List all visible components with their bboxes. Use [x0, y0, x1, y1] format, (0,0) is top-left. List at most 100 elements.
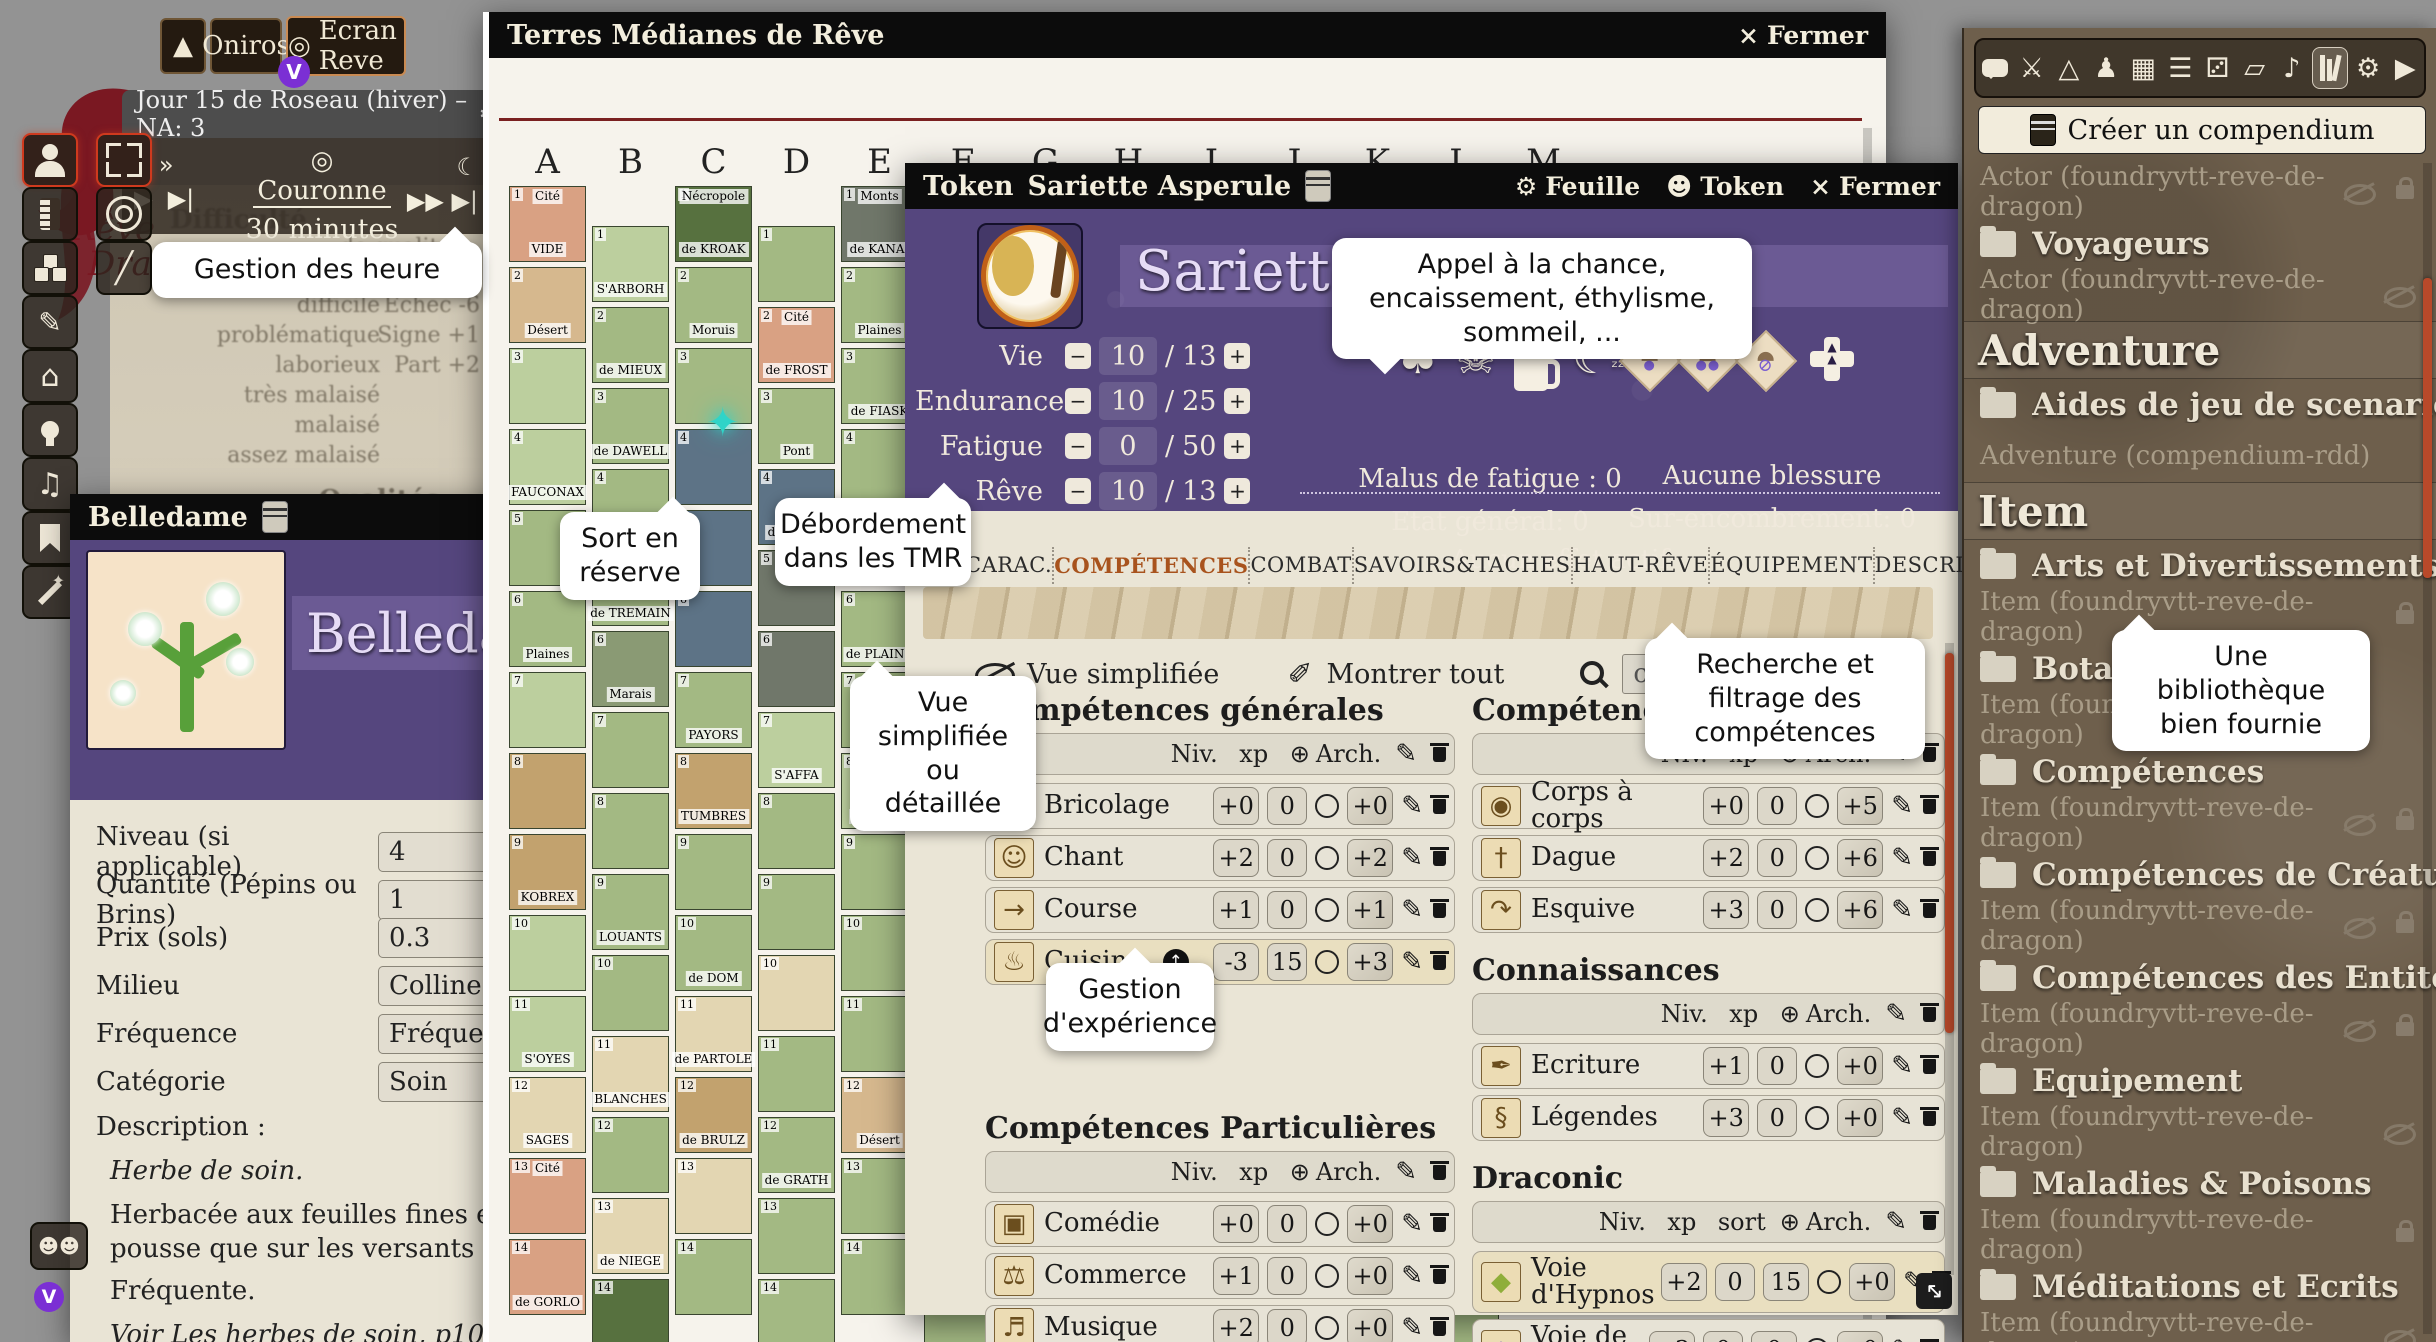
competence-name[interactable]: Voie d'Hypnos — [1531, 1255, 1651, 1310]
tool-select-button[interactable] — [96, 133, 152, 187]
compendium-meta[interactable]: Actor (foundryvtt-reve-de-dragon) — [1964, 168, 2436, 216]
compendium-meta[interactable]: Item (foundryvtt-reve-de-dragon) — [1964, 799, 2436, 847]
compendium-meta[interactable]: Item (foundryvtt-reve-de-dragon) — [1964, 1211, 2436, 1259]
edit-competence-icon[interactable]: ✎ — [1891, 895, 1913, 925]
archetype-radio[interactable] — [1315, 950, 1339, 974]
sidebar-tab-compendium[interactable] — [2312, 47, 2348, 89]
archetype-radio[interactable] — [1805, 1106, 1829, 1130]
archetype-radio[interactable] — [1817, 1270, 1841, 1294]
competence-row[interactable]: §Légendes+30+0✎ — [1472, 1095, 1945, 1141]
competence-row[interactable]: ◆Voie de Narcos+300+0✎ — [1472, 1319, 1945, 1342]
xp-value[interactable]: 0 — [1267, 839, 1307, 877]
sheet-titlebar[interactable]: Token Sariette Asperule ⚙ Feuille ☻ Toke… — [905, 163, 1958, 209]
tab-haut-r-ve[interactable]: HAUT-RÊVE — [1573, 547, 1711, 584]
lock-icon[interactable] — [2396, 185, 2414, 199]
delete-competence-icon[interactable] — [1433, 1217, 1446, 1232]
stat-value[interactable]: 0 — [1099, 427, 1157, 465]
filter-icon[interactable]: ✐ — [1287, 657, 1312, 692]
tab-savoirs-taches[interactable]: SAVOIRS&TACHES — [1354, 547, 1573, 584]
competence-name[interactable]: Voie de Narcos — [1531, 1323, 1639, 1342]
belledame-image[interactable] — [86, 550, 286, 750]
delete-competence-icon[interactable] — [1923, 1059, 1936, 1074]
edit-competence-icon[interactable]: ✎ — [1401, 843, 1423, 873]
tool-tiles-button[interactable] — [22, 241, 78, 295]
oniros-macro-button[interactable]: Oniros — [210, 18, 282, 74]
xp-value[interactable]: 0 — [1703, 1331, 1743, 1342]
xp-value[interactable]: 0 — [1757, 787, 1797, 825]
character-portrait[interactable] — [977, 223, 1083, 329]
sidebar-tab-actors[interactable]: ♟ — [2089, 48, 2123, 88]
eye-slash-icon[interactable] — [2384, 1122, 2414, 1142]
niveau-value[interactable]: +0 — [1213, 787, 1259, 825]
compendium-folder[interactable]: Arts et Divertissements — [1964, 540, 2436, 592]
delete-all-icon[interactable] — [1923, 1215, 1936, 1230]
niveau-value[interactable]: +2 — [1703, 839, 1749, 877]
compendium-folder[interactable]: Equipement — [1964, 1055, 2436, 1107]
archetype-radio[interactable] — [1315, 846, 1339, 870]
eye-slash-icon[interactable] — [2384, 285, 2414, 305]
stat-minus-button[interactable]: − — [1065, 343, 1091, 369]
delete-all-icon[interactable] — [1433, 747, 1446, 762]
sidebar-scrollbar-thumb[interactable] — [2423, 278, 2432, 578]
stat-minus-button[interactable]: − — [1065, 388, 1091, 414]
competence-row[interactable]: →Course+10+1✎ — [985, 887, 1455, 933]
xp-value[interactable]: 0 — [1267, 787, 1307, 825]
lock-icon[interactable] — [2396, 1022, 2414, 1036]
edit-competence-icon[interactable]: ✎ — [1401, 1261, 1423, 1291]
competence-name[interactable]: Course — [1044, 896, 1137, 923]
tool-measure-button[interactable]: ╱ — [96, 241, 152, 295]
lock-icon[interactable] — [2396, 919, 2414, 933]
calendar-date-bar[interactable]: Jour 15 de Roseau (hiver) – NA: 3 ⚙ — [122, 90, 514, 138]
xp-value[interactable]: 0 — [1267, 891, 1307, 929]
tab-comp-tences[interactable]: COMPÉTENCES — [1054, 547, 1250, 584]
sidebar-tab-collapse[interactable]: ▶ — [2388, 48, 2422, 88]
xp-value[interactable]: 0 — [1757, 891, 1797, 929]
compendium-folder[interactable]: Compétences de Créatures — [1964, 849, 2436, 901]
niveau-value[interactable]: +1 — [1213, 891, 1259, 929]
xp-value[interactable]: 0 — [1757, 839, 1797, 877]
add-competence-icon[interactable]: ⊕ — [1290, 740, 1310, 768]
niveau-value[interactable]: -3 — [1213, 943, 1259, 981]
archetype-radio[interactable] — [1315, 1212, 1339, 1236]
sidebar-tab-items[interactable]: ▦ — [2126, 48, 2160, 88]
sidebar-tab-scenes[interactable]: △ — [2052, 48, 2086, 88]
lock-icon[interactable] — [2396, 1228, 2414, 1242]
edit-competence-icon[interactable]: ✎ — [1401, 947, 1423, 977]
stat-plus-button[interactable]: + — [1224, 388, 1250, 414]
competence-name[interactable]: Ecriture — [1531, 1052, 1640, 1079]
create-compendium-button[interactable]: Créer un compendium — [1978, 106, 2426, 154]
sidebar-tab-settings[interactable]: ⚙ — [2351, 48, 2385, 88]
map-close-button[interactable]: × Fermer — [1738, 21, 1868, 50]
xp-value[interactable]: 15 — [1267, 943, 1307, 981]
belledame-titlebar[interactable]: Belledame — [70, 494, 550, 540]
sheet-token-button[interactable]: ☻ Token — [1666, 172, 1784, 201]
edit-all-icon[interactable]: ✎ — [1885, 1207, 1907, 1237]
surencombrement-icon[interactable]: ▲▲ — [1810, 337, 1854, 381]
archetype-radio[interactable] — [1315, 794, 1339, 818]
edit-competence-icon[interactable]: ✎ — [1891, 791, 1913, 821]
edit-competence-icon[interactable]: ✎ — [1891, 1051, 1913, 1081]
delete-competence-icon[interactable] — [1433, 1321, 1446, 1336]
edit-all-icon[interactable]: ✎ — [1885, 999, 1907, 1029]
delete-competence-icon[interactable] — [1923, 903, 1936, 918]
sidebar-tab-combat[interactable]: ⚔ — [2015, 48, 2049, 88]
edit-competence-icon[interactable]: ✎ — [1401, 1313, 1423, 1342]
show-all-label[interactable]: Montrer tout — [1326, 659, 1504, 690]
edit-competence-icon[interactable]: ✎ — [1401, 1209, 1423, 1239]
delete-competence-icon[interactable] — [1923, 1111, 1936, 1126]
player-v-avatar[interactable]: V — [34, 1282, 64, 1312]
sidebar-tab-cards[interactable]: ▱ — [2238, 48, 2272, 88]
eye-slash-icon[interactable] — [2344, 813, 2374, 833]
add-competence-icon[interactable]: ⊕ — [1290, 1158, 1310, 1186]
lock-icon[interactable] — [2396, 816, 2414, 830]
stat-minus-button[interactable]: − — [1065, 478, 1091, 504]
competence-name[interactable]: Comédie — [1044, 1210, 1160, 1237]
tool-drawing-button[interactable]: ✎ — [22, 295, 78, 349]
edit-competence-icon[interactable]: ✎ — [1401, 791, 1423, 821]
xp-value[interactable]: 0 — [1757, 1099, 1797, 1137]
niveau-value[interactable]: +1 — [1213, 1257, 1259, 1295]
collapse-macro-bar-button[interactable]: ▲ — [160, 18, 206, 74]
stat-value[interactable]: 10 — [1099, 382, 1157, 420]
fast-forward-icons[interactable]: ▶▶ ▶| — [407, 184, 478, 218]
compendium-folder[interactable]: Compétences des Entités — [1964, 952, 2436, 1004]
